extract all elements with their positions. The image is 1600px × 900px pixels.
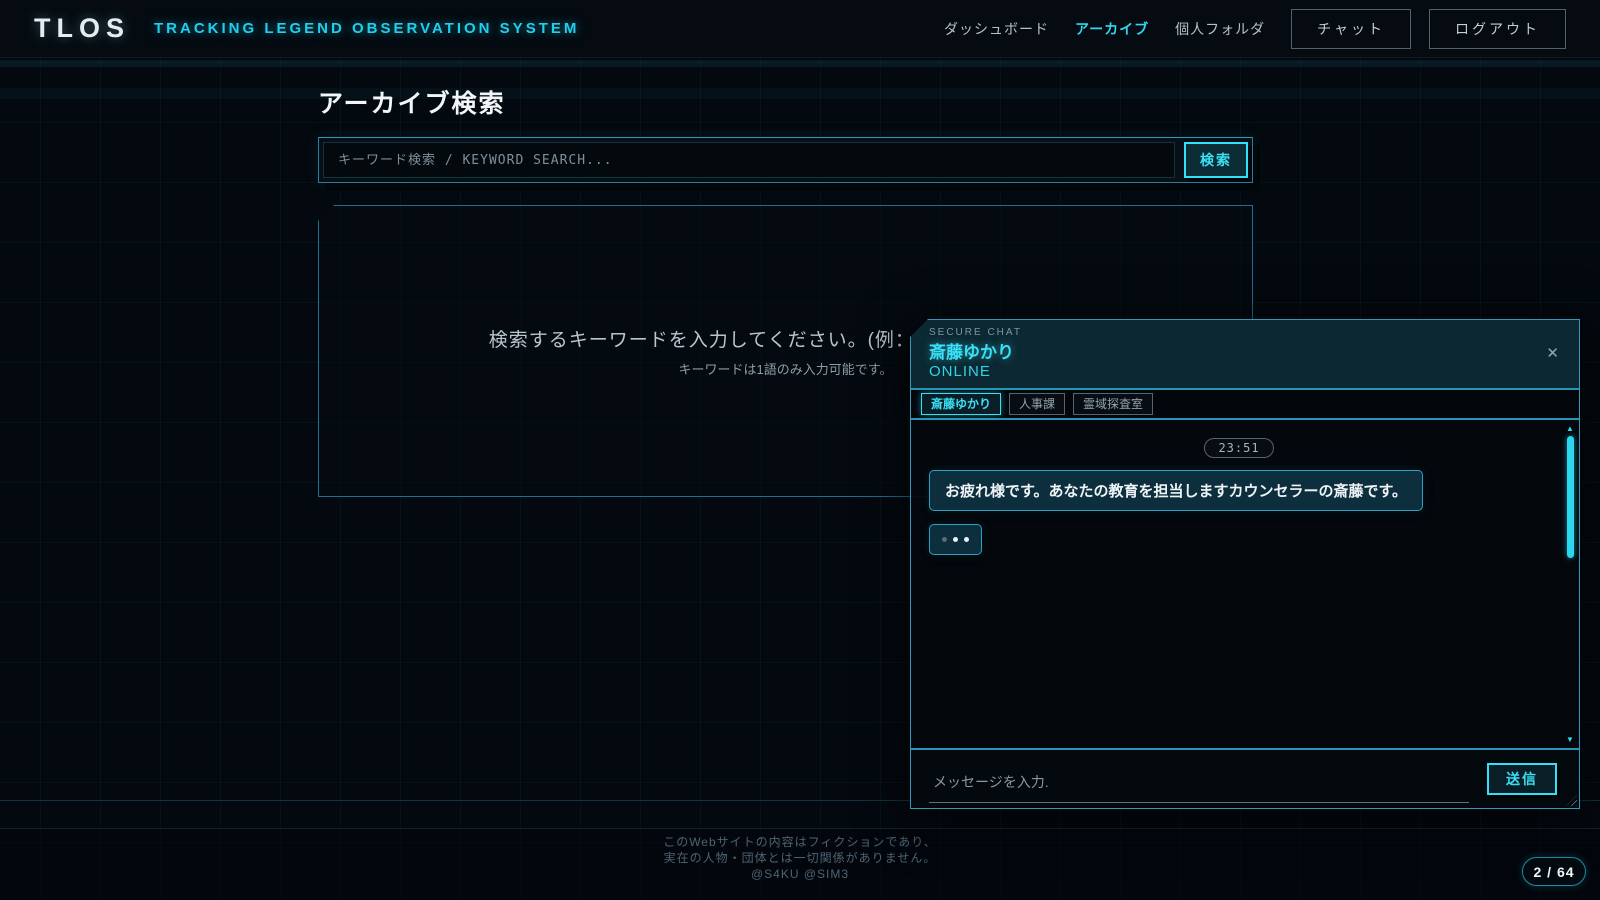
logout-button[interactable]: ログアウト xyxy=(1429,9,1566,49)
chat-button[interactable]: チャット xyxy=(1291,9,1411,49)
scrollbar-thumb[interactable] xyxy=(1567,436,1574,558)
chat-tab-bar: 斎藤ゆかり 人事課 霊域探査室 xyxy=(911,390,1579,420)
scroll-down-icon[interactable]: ▼ xyxy=(1566,735,1574,744)
footer: このWebサイトの内容はフィクションであり、 実在の人物・団体とは一切関係があり… xyxy=(0,828,1600,900)
resize-handle[interactable] xyxy=(1566,795,1577,806)
chat-message-input[interactable] xyxy=(929,764,1469,803)
send-button[interactable]: 送信 xyxy=(1487,763,1557,795)
credits-line: @S4KU @SIM3 xyxy=(0,866,1600,882)
chat-window: SECURE CHAT 斎藤ゆかり ONLINE ✕ 斎藤ゆかり 人事課 霊域探… xyxy=(910,319,1580,809)
page-root: TLOS TRACKING LEGEND OBSERVATION SYSTEM … xyxy=(0,0,1600,900)
scroll-up-icon[interactable]: ▲ xyxy=(1566,424,1574,433)
timestamp-row: 23:51 xyxy=(929,438,1549,458)
timestamp-badge: 23:51 xyxy=(1204,438,1273,458)
page-title: アーカイブ検索 xyxy=(318,84,506,120)
keyword-search-input[interactable] xyxy=(323,142,1175,178)
typing-dot xyxy=(942,537,947,542)
secure-chat-label: SECURE CHAT xyxy=(929,327,1561,338)
empty-state-note: キーワードは1語のみ入力可能です。 xyxy=(679,359,893,378)
logo[interactable]: TLOS xyxy=(34,13,130,44)
bg-highlight-band xyxy=(0,88,1600,99)
chat-contact-name: 斎藤ゆかり xyxy=(929,338,1561,363)
nav-item-archive[interactable]: アーカイブ xyxy=(1075,19,1149,39)
chat-status: ONLINE xyxy=(929,363,1561,380)
typing-dot xyxy=(964,537,969,542)
chat-tab-saito-yukari[interactable]: 斎藤ゆかり xyxy=(921,393,1001,415)
typing-indicator xyxy=(929,524,982,555)
disclaimer-line: 実在の人物・団体とは一切関係がありません。 xyxy=(0,850,1600,866)
search-bar: 検索 xyxy=(318,137,1253,183)
chat-frame: SECURE CHAT 斎藤ゆかり ONLINE ✕ 斎藤ゆかり 人事課 霊域探… xyxy=(910,319,1580,809)
bg-highlight-band xyxy=(0,60,1600,67)
nav-item-dashboard[interactable]: ダッシュボード xyxy=(944,19,1049,39)
chat-header: SECURE CHAT 斎藤ゆかり ONLINE ✕ xyxy=(911,320,1579,390)
chat-message: お疲れ様です。あなたの教育を担当しますカウンセラーの斎藤です。 xyxy=(929,470,1423,511)
disclaimer-line: このWebサイトの内容はフィクションであり、 xyxy=(0,834,1600,850)
chat-input-row: 送信 xyxy=(911,748,1579,808)
page-counter-badge: 2 / 64 xyxy=(1522,857,1586,886)
chat-scrollbar[interactable]: ▲ ▼ xyxy=(1564,424,1576,744)
search-button[interactable]: 検索 xyxy=(1184,142,1248,178)
brand: TLOS TRACKING LEGEND OBSERVATION SYSTEM xyxy=(34,13,579,44)
app-title: TRACKING LEGEND OBSERVATION SYSTEM xyxy=(154,20,579,37)
top-nav-bar: TLOS TRACKING LEGEND OBSERVATION SYSTEM … xyxy=(0,0,1600,58)
close-icon[interactable]: ✕ xyxy=(1546,344,1559,362)
chat-message-list: 23:51 お疲れ様です。あなたの教育を担当しますカウンセラーの斎藤です。 ▲ … xyxy=(911,420,1579,748)
main-nav: ダッシュボード アーカイブ 個人フォルダ チャット ログアウト xyxy=(944,9,1566,49)
chat-tab-jinjika[interactable]: 人事課 xyxy=(1009,393,1065,415)
chat-tab-reiiki-tansashitsu[interactable]: 霊域探査室 xyxy=(1073,393,1153,415)
nav-item-personal-folder[interactable]: 個人フォルダ xyxy=(1175,19,1265,39)
typing-dot xyxy=(953,537,958,542)
